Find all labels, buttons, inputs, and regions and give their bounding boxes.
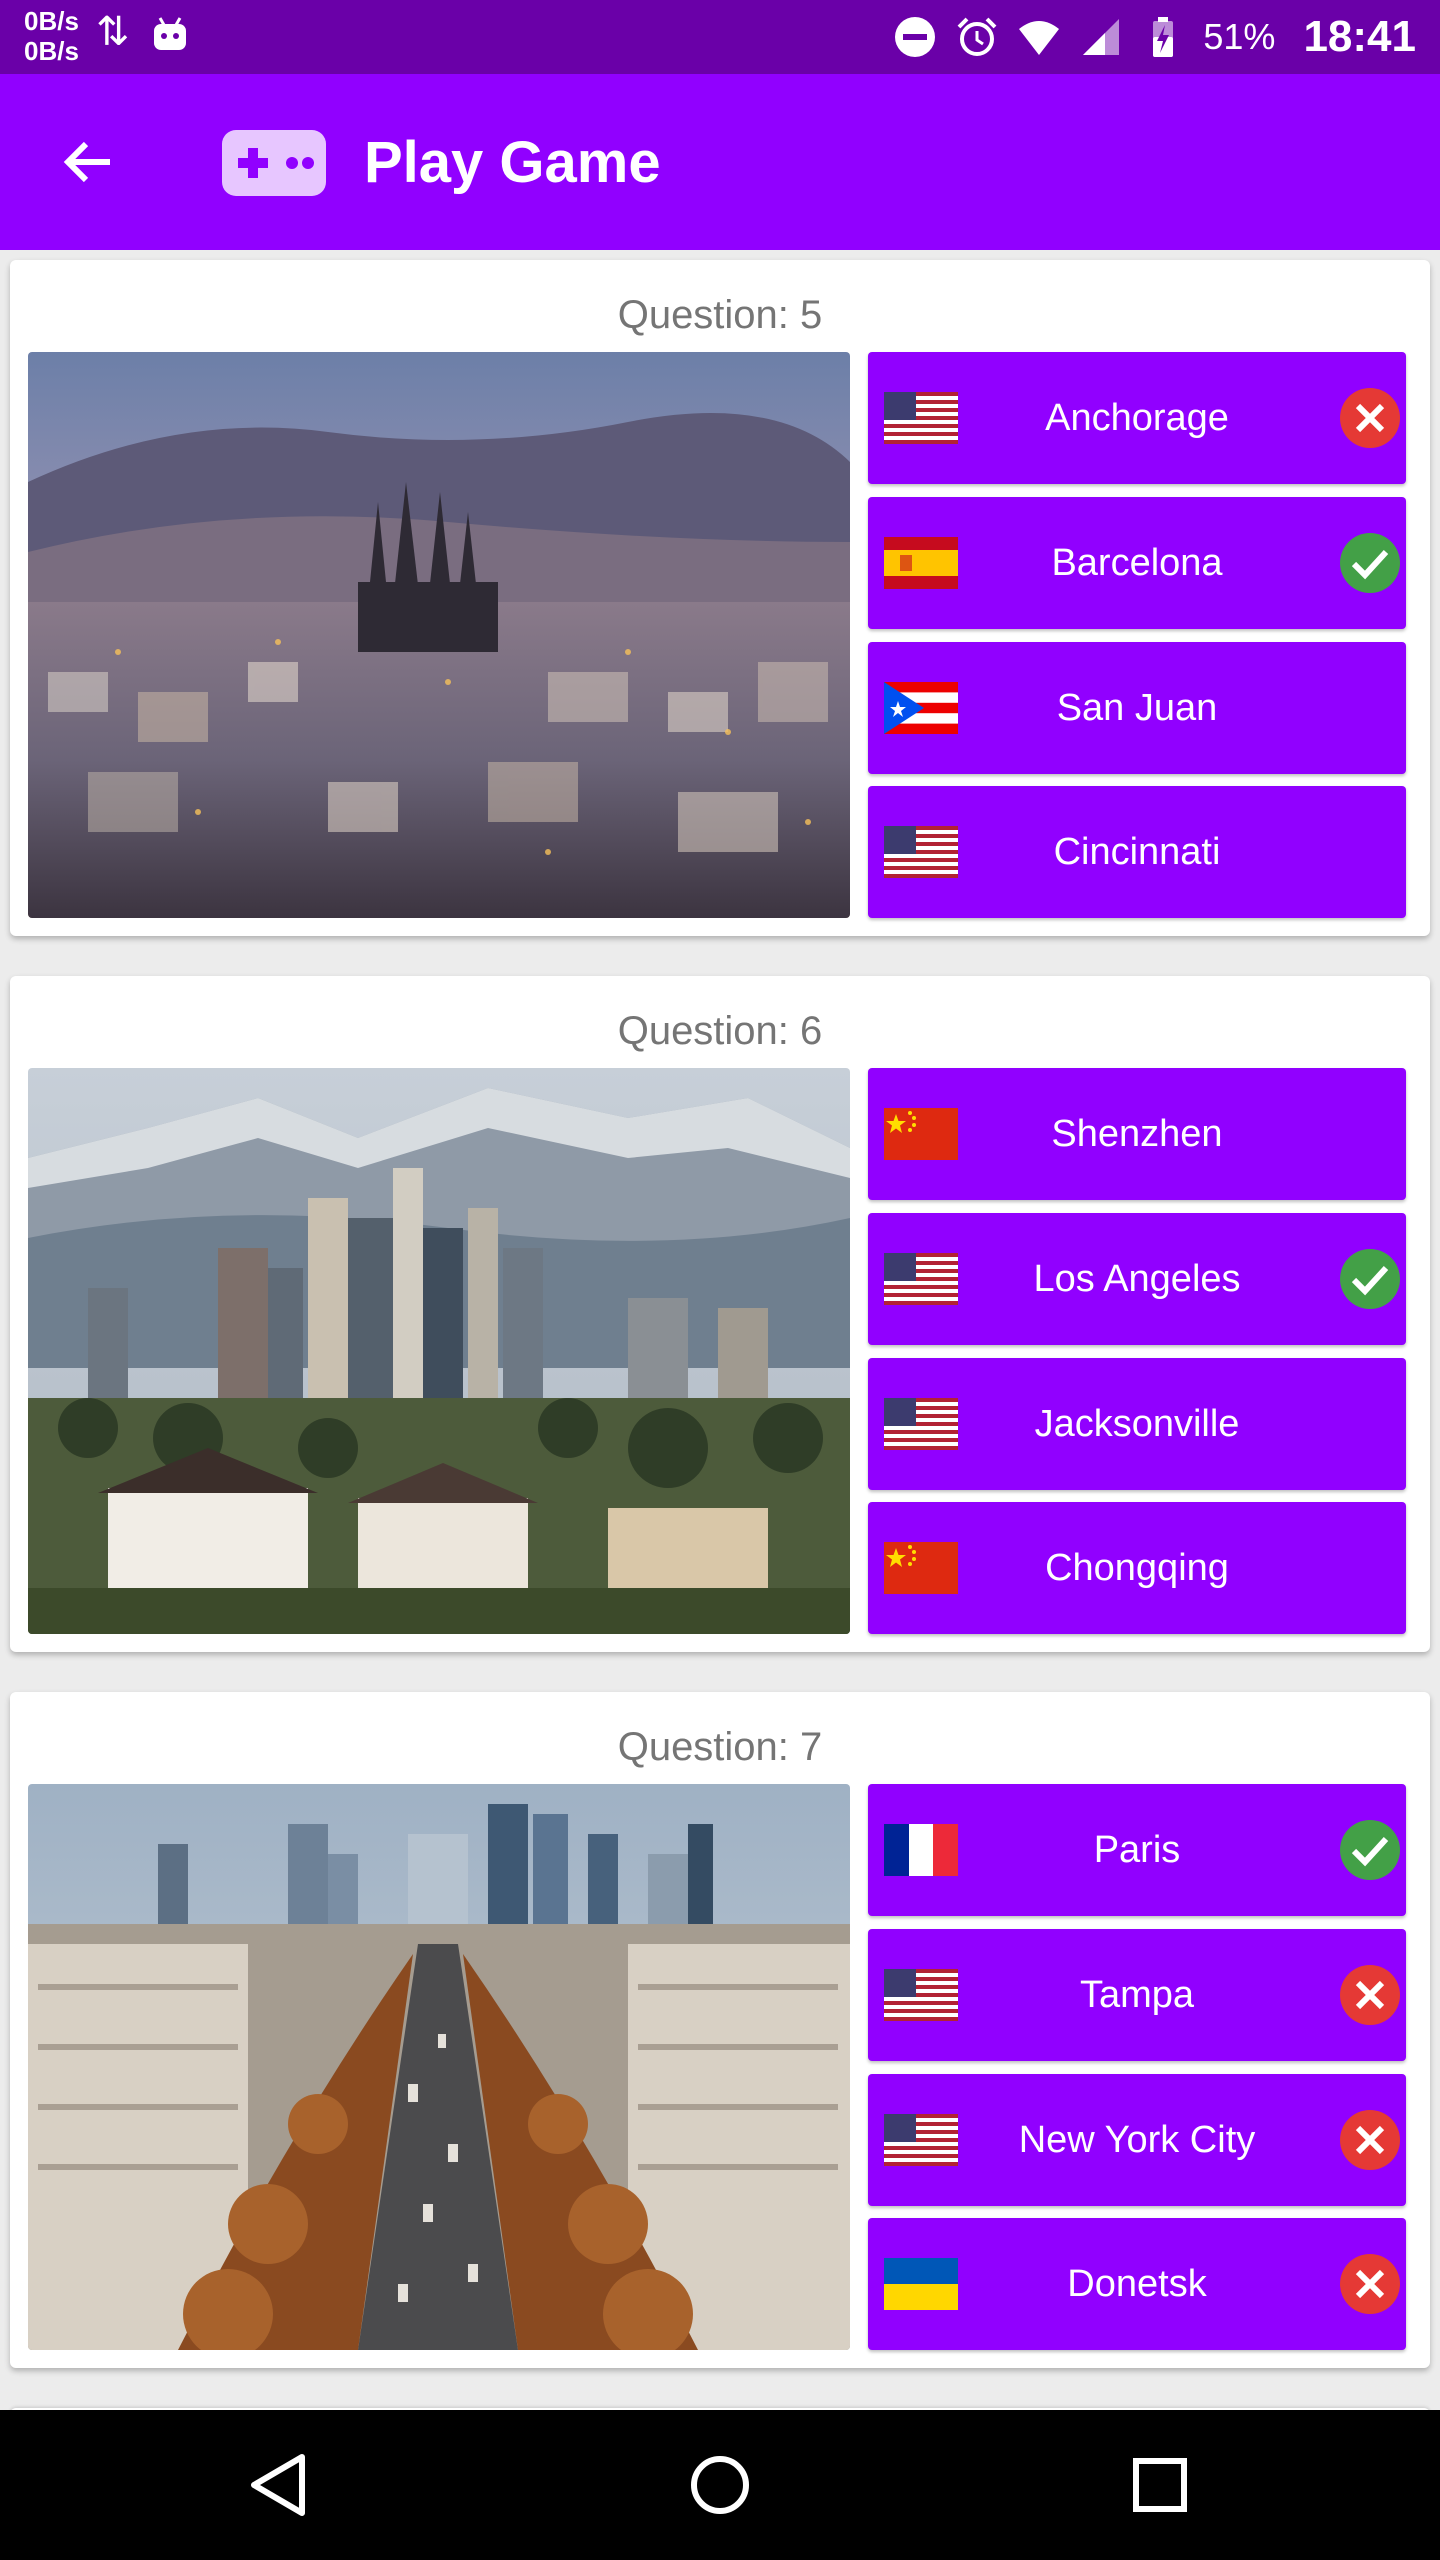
us-flag-icon [884,392,958,444]
us-flag-icon [884,1969,958,2021]
nav-back-icon[interactable] [240,2445,320,2525]
signal-icon [1083,19,1120,55]
answer-label: Chongqing [1045,1546,1229,1589]
city-photo-barcelona [28,352,850,918]
wrong-icon [1338,2252,1402,2316]
app-bar: Play Game [0,74,1440,250]
us-flag-icon [884,826,958,878]
us-flag-icon [884,1253,958,1305]
france-flag-icon [884,1824,958,1876]
answer-button[interactable]: Tampa [868,1929,1406,2061]
back-button[interactable] [50,124,126,200]
spain-flag-icon [884,537,958,589]
answer-button[interactable]: Los Angeles [868,1213,1406,1345]
answer-button[interactable]: Jacksonville [868,1358,1406,1490]
question-title: Question: 5 [617,293,823,337]
question-title: Question: 6 [617,1009,823,1053]
answer-button[interactable]: Donetsk [868,2218,1406,2350]
answer-button[interactable]: Paris [868,1784,1406,1916]
wrong-icon [1338,386,1402,450]
android-notification-icon [154,17,186,50]
battery-icon [1153,17,1174,57]
city-photo-paris [28,1784,850,2350]
nav-recents-icon[interactable] [1120,2445,1200,2525]
china-flag-icon [884,1542,958,1594]
city-photo-los-angeles [28,1068,850,1634]
answer-label: New York City [1018,2118,1256,2161]
answer-button[interactable]: Cincinnati [868,786,1406,918]
answer-button[interactable]: Anchorage [868,352,1406,484]
answer-button[interactable]: Chongqing [868,1502,1406,1634]
answer-label: Los Angeles [1033,1257,1241,1300]
question-card: Question: 6 Shenzhen Los Angeles Jackson… [10,976,1430,1652]
net-down-text: 0B/s [24,36,79,66]
ukraine-flag-icon [884,2258,958,2310]
answer-button[interactable]: San Juan [868,642,1406,774]
answer-label: Anchorage [1045,396,1229,439]
us-flag-icon [884,2114,958,2166]
alarm-icon [957,17,997,56]
net-up-text: 0B/s [24,6,79,36]
page-title: Play Game [364,130,661,195]
network-speed: 0B/s 0B/s [24,6,79,66]
status-bar: 0B/s 0B/s ⇅ 51% 18:41 [0,0,1440,74]
clock: 18:41 [1303,12,1416,61]
nav-home-icon[interactable] [680,2445,760,2525]
wifi-icon [1019,21,1060,55]
status-icons: 51% 18:41 [893,0,1416,74]
answer-label: Tampa [1079,1973,1195,2016]
answer-label: Shenzhen [1051,1112,1223,1155]
china-flag-icon [884,1108,958,1160]
answer-label: Jacksonville [1034,1402,1240,1445]
puerto-rico-flag-icon [884,682,958,734]
gamepad-icon [222,130,326,196]
answer-label: San Juan [1056,686,1218,729]
correct-check-icon [1338,531,1402,595]
correct-check-icon [1338,1818,1402,1882]
question-card: Question: 5 Anchorage Barcelona San Juan… [10,260,1430,936]
correct-check-icon [1338,1247,1402,1311]
do-not-disturb-icon [895,17,936,57]
answer-button[interactable]: New York City [868,2074,1406,2206]
arrow-left-icon [63,141,110,183]
answer-label: Paris [1093,1828,1181,1871]
answer-label: Donetsk [1067,2262,1207,2305]
answer-button[interactable]: Barcelona [868,497,1406,629]
answer-label: Barcelona [1051,541,1223,584]
wrong-icon [1338,2108,1402,2172]
navigation-bar [0,2410,1440,2560]
battery-percent: 51% [1203,16,1276,57]
question-title: Question: 7 [617,1725,823,1769]
answer-button[interactable]: Shenzhen [868,1068,1406,1200]
question-card: Question: 7 Paris Tampa New York City Do… [10,1692,1430,2368]
answer-label: Cincinnati [1053,830,1221,873]
data-arrows-icon: ⇅ [96,10,130,54]
wrong-icon [1338,1963,1402,2027]
us-flag-icon [884,1398,958,1450]
